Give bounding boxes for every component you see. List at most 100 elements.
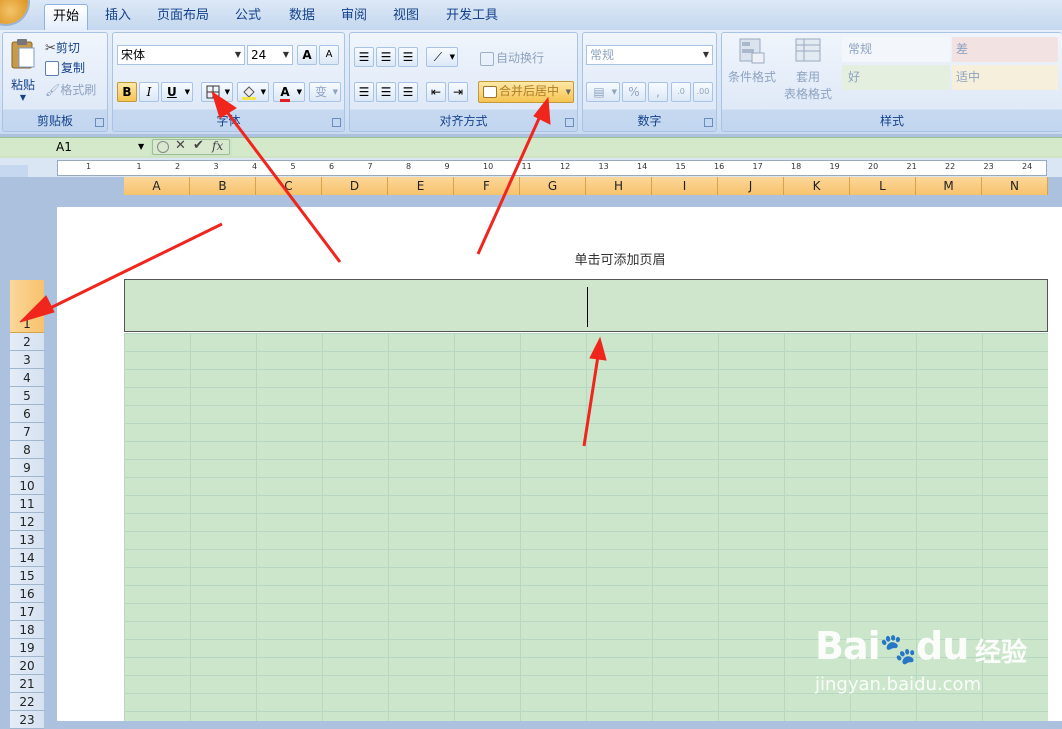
conditional-formatting-button[interactable]: 条件格式: [726, 37, 778, 85]
increase-decimal-button[interactable]: .0: [671, 82, 691, 102]
column-header-f[interactable]: F: [454, 177, 520, 195]
row-header-12[interactable]: 12: [10, 513, 44, 531]
number-format-combo[interactable]: 常规 ▼: [586, 45, 713, 65]
tab-data[interactable]: 数据: [280, 4, 324, 29]
column-header-e[interactable]: E: [388, 177, 454, 195]
cut-button[interactable]: ✂剪切: [45, 39, 80, 56]
column-header-l[interactable]: L: [850, 177, 916, 195]
grow-font-button[interactable]: A: [297, 45, 317, 65]
column-header-k[interactable]: K: [784, 177, 850, 195]
font-launcher-icon[interactable]: [332, 118, 341, 127]
row-header-21[interactable]: 21: [10, 675, 44, 693]
column-header-a[interactable]: A: [124, 177, 190, 195]
format-as-table-button[interactable]: 套用 表格格式: [780, 37, 836, 102]
tab-page-layout[interactable]: 页面布局: [152, 4, 214, 29]
decrease-indent-button[interactable]: ⇤: [426, 82, 446, 102]
align-bottom-button[interactable]: ☰: [398, 47, 418, 67]
comma-button[interactable]: ,: [648, 82, 668, 102]
chevron-down-icon[interactable]: ▼: [138, 138, 144, 156]
clipboard-launcher-icon[interactable]: [95, 118, 104, 127]
merged-cell-a1[interactable]: [124, 279, 1048, 332]
fill-color-button[interactable]: ▼: [237, 82, 269, 102]
underline-button[interactable]: U ▼: [161, 82, 193, 102]
row-header-19[interactable]: 19: [10, 639, 44, 657]
row-header-13[interactable]: 13: [10, 531, 44, 549]
column-header-b[interactable]: B: [190, 177, 256, 195]
style-good[interactable]: 好: [842, 65, 950, 90]
format-painter-button[interactable]: 🖌格式刷: [45, 81, 96, 98]
row-header-8[interactable]: 8: [10, 441, 44, 459]
row-header-22[interactable]: 22: [10, 693, 44, 711]
row-header-23[interactable]: 23: [10, 711, 44, 729]
column-header-n[interactable]: N: [982, 177, 1048, 195]
align-center-button[interactable]: ☰: [376, 82, 396, 102]
italic-button[interactable]: I: [139, 82, 159, 102]
row-header-16[interactable]: 16: [10, 585, 44, 603]
office-button[interactable]: [0, 0, 28, 24]
row-header-5[interactable]: 5: [10, 387, 44, 405]
row-header-14[interactable]: 14: [10, 549, 44, 567]
select-all-corner[interactable]: [0, 165, 28, 177]
align-left-button[interactable]: ☰: [354, 82, 374, 102]
paste-button[interactable]: 粘贴 ▼: [7, 37, 39, 103]
accounting-format-button[interactable]: ▤ ▼: [586, 82, 620, 102]
column-header-c[interactable]: C: [256, 177, 322, 195]
style-normal[interactable]: 常规: [842, 37, 950, 62]
row-header-7[interactable]: 7: [10, 423, 44, 441]
tab-formulas[interactable]: 公式: [226, 4, 270, 29]
tab-developer[interactable]: 开发工具: [440, 4, 504, 29]
font-name-combo[interactable]: 宋体 ▼: [117, 45, 245, 65]
align-middle-button[interactable]: ☰: [376, 47, 396, 67]
orientation-button[interactable]: ⟋ ▼: [426, 47, 458, 67]
bold-button[interactable]: B: [117, 82, 137, 102]
column-header-m[interactable]: M: [916, 177, 982, 195]
insert-function-icon[interactable]: fx: [212, 139, 223, 153]
cancel-icon[interactable]: ✕: [175, 138, 186, 153]
alignment-launcher-icon[interactable]: [565, 118, 574, 127]
row-header-2[interactable]: 2: [10, 333, 44, 351]
tab-view[interactable]: 视图: [384, 4, 428, 29]
align-right-button[interactable]: ☰: [398, 82, 418, 102]
row-header-1[interactable]: 1: [10, 280, 44, 333]
row-header-6[interactable]: 6: [10, 405, 44, 423]
borders-button[interactable]: ▼: [201, 82, 233, 102]
row-header-10[interactable]: 10: [10, 477, 44, 495]
row-header-9[interactable]: 9: [10, 459, 44, 477]
chevron-down-icon[interactable]: ▼: [700, 46, 712, 64]
align-top-button[interactable]: ☰: [354, 47, 374, 67]
row-header-11[interactable]: 11: [10, 495, 44, 513]
row-header-4[interactable]: 4: [10, 369, 44, 387]
formula-input[interactable]: [232, 138, 1062, 156]
phonetic-button[interactable]: 变 ▼: [309, 82, 341, 102]
row-header-20[interactable]: 20: [10, 657, 44, 675]
copy-button[interactable]: 复制: [45, 59, 85, 76]
column-header-d[interactable]: D: [322, 177, 388, 195]
style-bad[interactable]: 差: [952, 37, 1058, 62]
number-launcher-icon[interactable]: [704, 118, 713, 127]
row-header-3[interactable]: 3: [10, 351, 44, 369]
decrease-decimal-button[interactable]: .00: [693, 82, 713, 102]
row-header-18[interactable]: 18: [10, 621, 44, 639]
percent-button[interactable]: %: [622, 82, 646, 102]
font-color-button[interactable]: A ▼: [273, 82, 305, 102]
shrink-font-button[interactable]: A: [319, 45, 339, 65]
column-header-h[interactable]: H: [586, 177, 652, 195]
tab-insert[interactable]: 插入: [96, 4, 140, 29]
name-box[interactable]: A1 ▼: [0, 138, 150, 156]
row-header-17[interactable]: 17: [10, 603, 44, 621]
column-header-j[interactable]: J: [718, 177, 784, 195]
column-header-i[interactable]: I: [652, 177, 718, 195]
chevron-down-icon[interactable]: ▼: [232, 46, 244, 64]
style-neutral[interactable]: 适中: [952, 65, 1058, 90]
chevron-down-icon[interactable]: ▼: [280, 46, 292, 64]
tab-home[interactable]: 开始: [44, 4, 88, 30]
column-header-g[interactable]: G: [520, 177, 586, 195]
font-size-combo[interactable]: 24 ▼: [247, 45, 293, 65]
enter-icon[interactable]: ✔: [193, 138, 204, 153]
tab-review[interactable]: 审阅: [332, 4, 376, 29]
increase-indent-button[interactable]: ⇥: [448, 82, 468, 102]
merge-center-button[interactable]: 合并后居中 ▼: [478, 81, 574, 103]
header-hint[interactable]: 单击可添加页眉: [520, 249, 720, 268]
row-header-15[interactable]: 15: [10, 567, 44, 585]
wrap-text-button[interactable]: 自动换行: [480, 49, 544, 66]
